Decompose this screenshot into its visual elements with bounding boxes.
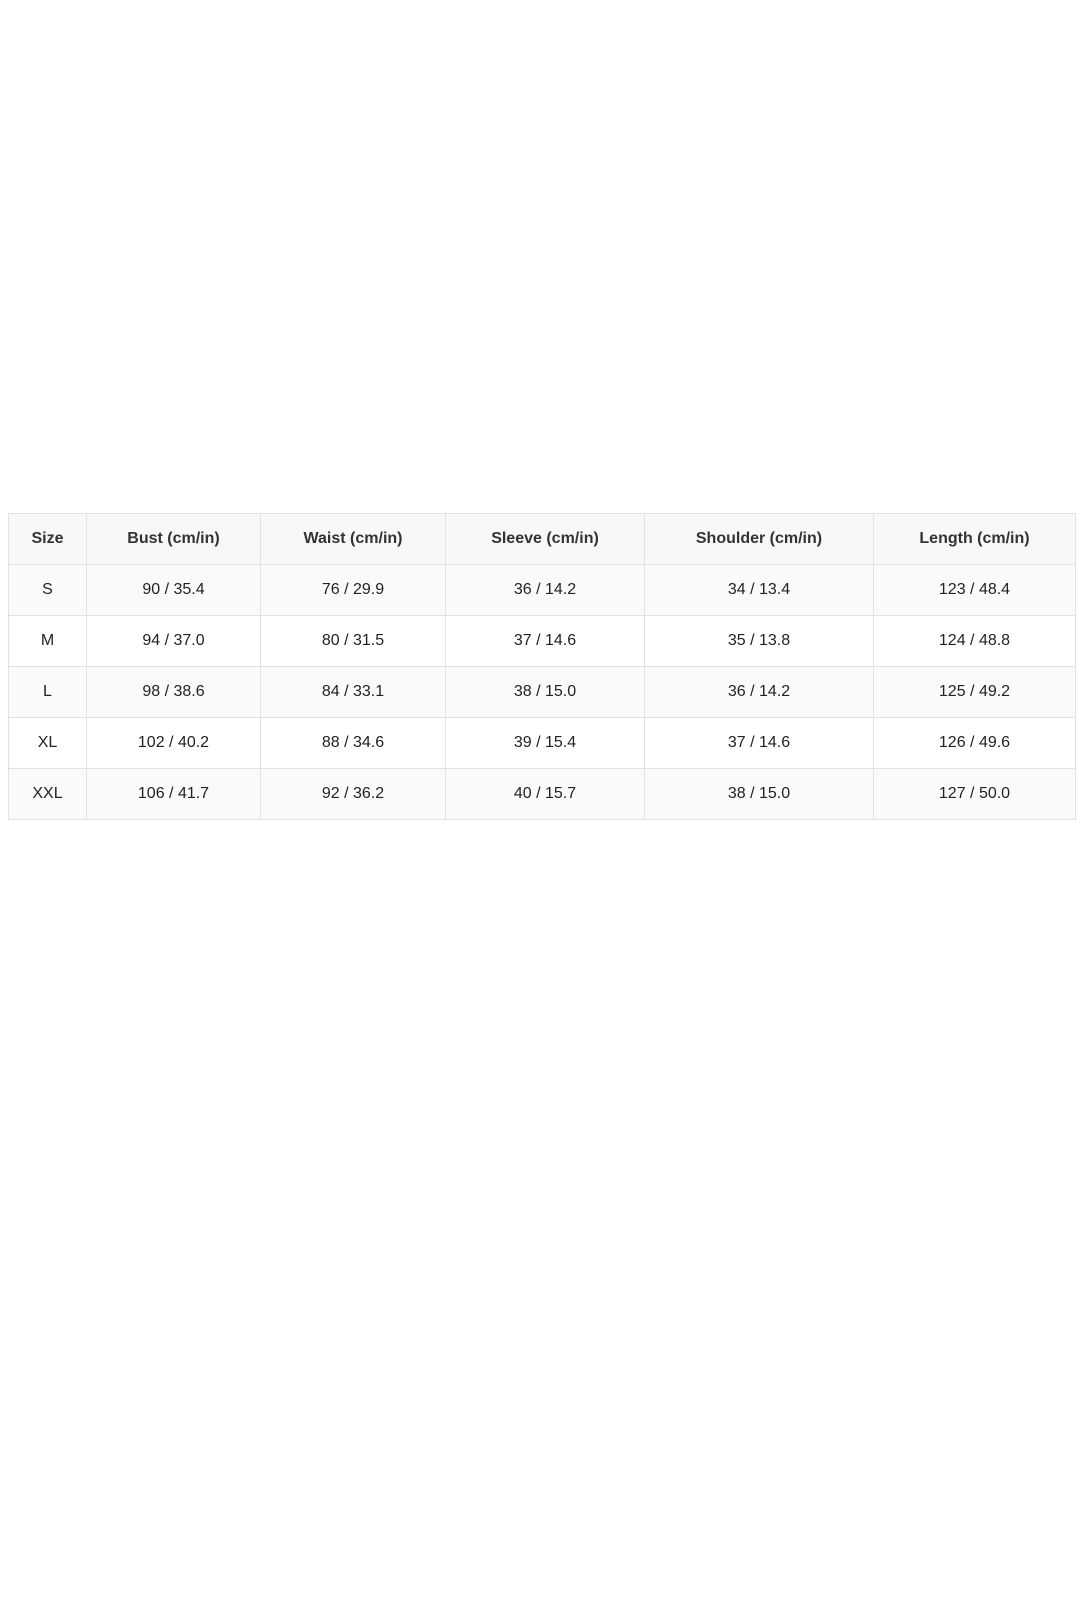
cell-shoulder: 35 / 13.8 [644, 615, 874, 667]
cell-length: 125 / 49.2 [873, 666, 1076, 718]
table-row: L 98 / 38.6 84 / 33.1 38 / 15.0 36 / 14.… [8, 666, 1076, 718]
cell-size: XXL [8, 768, 87, 820]
cell-bust: 102 / 40.2 [86, 717, 261, 769]
cell-waist: 84 / 33.1 [260, 666, 446, 718]
cell-sleeve: 38 / 15.0 [445, 666, 645, 718]
cell-length: 127 / 50.0 [873, 768, 1076, 820]
header-size: Size [8, 513, 87, 565]
table-row: M 94 / 37.0 80 / 31.5 37 / 14.6 35 / 13.… [8, 615, 1076, 667]
header-sleeve: Sleeve (cm/in) [445, 513, 645, 565]
header-length: Length (cm/in) [873, 513, 1076, 565]
size-chart-body: S 90 / 35.4 76 / 29.9 36 / 14.2 34 / 13.… [8, 564, 1076, 820]
cell-length: 126 / 49.6 [873, 717, 1076, 769]
cell-sleeve: 37 / 14.6 [445, 615, 645, 667]
cell-shoulder: 36 / 14.2 [644, 666, 874, 718]
cell-waist: 88 / 34.6 [260, 717, 446, 769]
table-row: XXL 106 / 41.7 92 / 36.2 40 / 15.7 38 / … [8, 768, 1076, 820]
cell-waist: 80 / 31.5 [260, 615, 446, 667]
cell-waist: 92 / 36.2 [260, 768, 446, 820]
header-bust: Bust (cm/in) [86, 513, 261, 565]
cell-size: S [8, 564, 87, 616]
cell-shoulder: 38 / 15.0 [644, 768, 874, 820]
cell-size: XL [8, 717, 87, 769]
cell-length: 123 / 48.4 [873, 564, 1076, 616]
header-waist: Waist (cm/in) [260, 513, 446, 565]
cell-bust: 98 / 38.6 [86, 666, 261, 718]
cell-length: 124 / 48.8 [873, 615, 1076, 667]
size-chart-table: Size Bust (cm/in) Waist (cm/in) Sleeve (… [8, 513, 1076, 820]
cell-shoulder: 34 / 13.4 [644, 564, 874, 616]
table-row: XL 102 / 40.2 88 / 34.6 39 / 15.4 37 / 1… [8, 717, 1076, 769]
cell-size: L [8, 666, 87, 718]
header-shoulder: Shoulder (cm/in) [644, 513, 874, 565]
cell-bust: 106 / 41.7 [86, 768, 261, 820]
cell-shoulder: 37 / 14.6 [644, 717, 874, 769]
cell-sleeve: 39 / 15.4 [445, 717, 645, 769]
header-row: Size Bust (cm/in) Waist (cm/in) Sleeve (… [8, 513, 1076, 565]
cell-sleeve: 36 / 14.2 [445, 564, 645, 616]
table-row: S 90 / 35.4 76 / 29.9 36 / 14.2 34 / 13.… [8, 564, 1076, 616]
cell-waist: 76 / 29.9 [260, 564, 446, 616]
size-chart-header: Size Bust (cm/in) Waist (cm/in) Sleeve (… [8, 513, 1076, 565]
cell-bust: 94 / 37.0 [86, 615, 261, 667]
cell-sleeve: 40 / 15.7 [445, 768, 645, 820]
size-chart-container: Size Bust (cm/in) Waist (cm/in) Sleeve (… [8, 513, 1076, 820]
cell-bust: 90 / 35.4 [86, 564, 261, 616]
cell-size: M [8, 615, 87, 667]
